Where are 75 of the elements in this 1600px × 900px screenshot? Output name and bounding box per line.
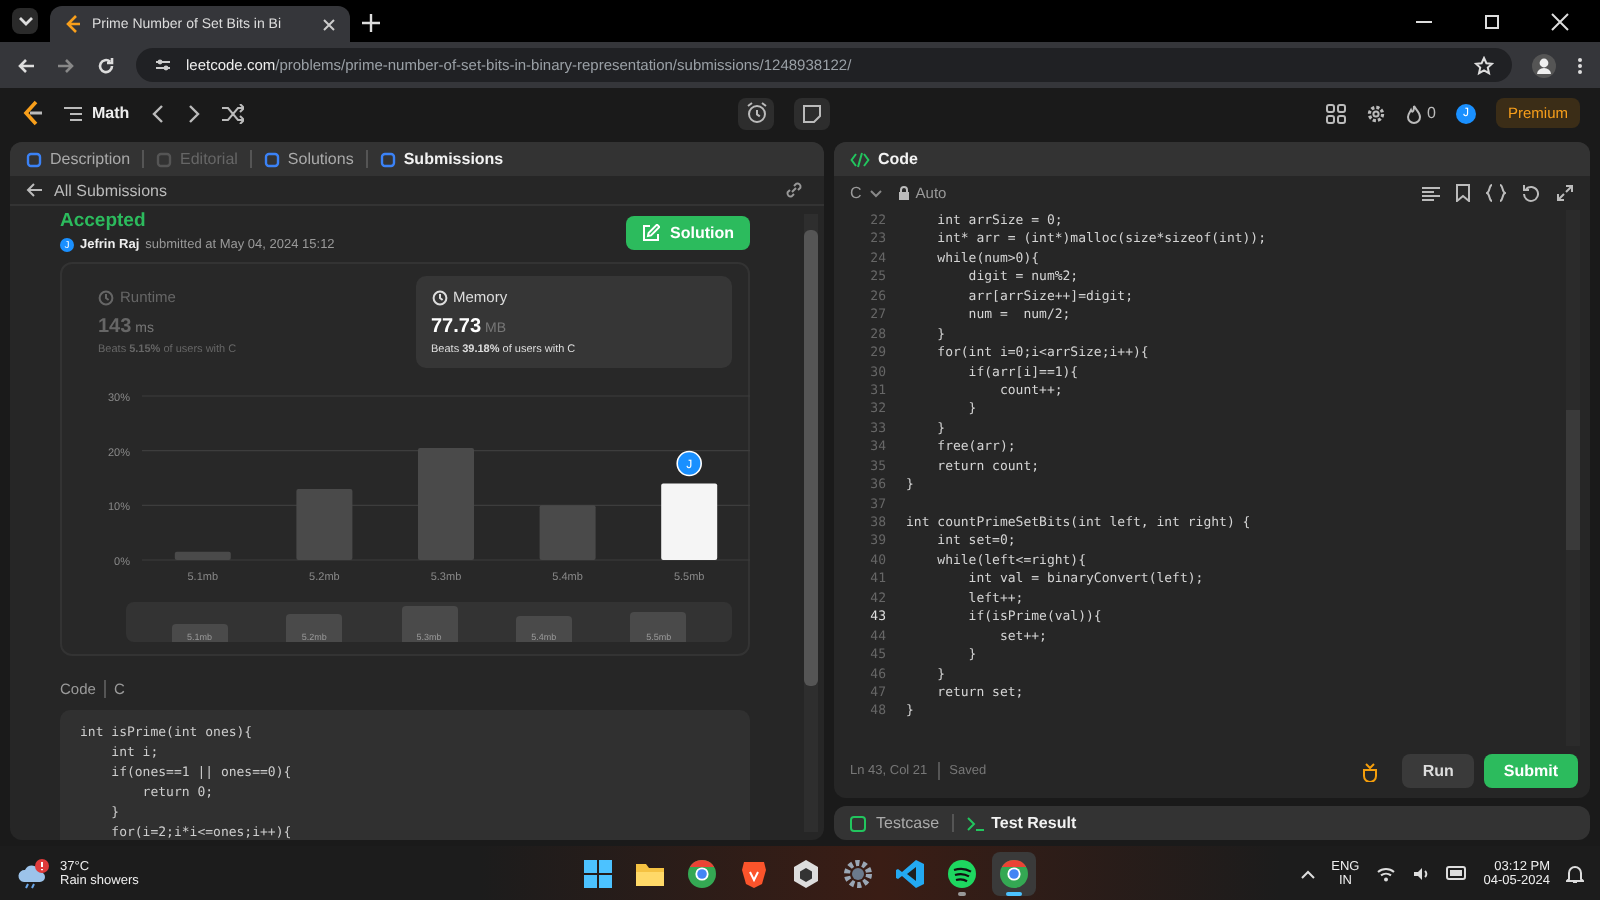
new-tab-icon[interactable] [362, 14, 380, 32]
panel-tab[interactable]: Test Result [965, 814, 1077, 832]
list-icon [64, 105, 82, 121]
windows-logo-icon [582, 857, 614, 889]
all-submissions-link[interactable]: All Submissions [26, 181, 167, 199]
chrome-app-button[interactable] [992, 851, 1036, 895]
note-icon [802, 103, 823, 123]
close-icon[interactable] [1550, 12, 1570, 32]
notes-button[interactable] [794, 97, 831, 129]
clock-icon [98, 289, 114, 305]
timer-button[interactable] [738, 97, 775, 129]
submission-status: Accepted [60, 210, 148, 232]
wifi-icon[interactable] [1375, 865, 1396, 881]
battery-icon[interactable] [1445, 866, 1468, 880]
streak-counter[interactable]: 0 [1405, 103, 1436, 123]
language-dropdown[interactable]: C [850, 184, 882, 202]
gear-logo-icon [842, 857, 874, 889]
square-icon [850, 815, 868, 831]
cube-logo-icon [790, 857, 822, 889]
clock-icon [431, 289, 447, 305]
panel-tab[interactable]: Testcase [850, 814, 940, 832]
back-icon[interactable] [16, 55, 36, 75]
flame-icon [1405, 103, 1422, 123]
bookmark-icon[interactable] [1456, 184, 1470, 202]
restore-icon[interactable] [1482, 12, 1502, 32]
speaker-icon[interactable] [1411, 865, 1430, 881]
bar[interactable] [661, 483, 718, 560]
debug-icon[interactable] [1360, 761, 1381, 781]
grid-icon[interactable] [1325, 103, 1346, 123]
previous-icon[interactable] [149, 103, 166, 123]
panel-tab[interactable]: Submissions [379, 150, 504, 168]
star-icon[interactable] [1474, 55, 1494, 75]
code-icon [850, 151, 870, 167]
braces-icon[interactable] [1486, 184, 1506, 202]
panel-tab[interactable]: Solutions [263, 150, 354, 168]
leetcode-logo-icon [64, 14, 82, 34]
shuffle-icon[interactable] [221, 103, 244, 123]
tab-icon [379, 151, 396, 167]
settings-icon[interactable] [1365, 103, 1386, 123]
back-arrow-icon [26, 182, 44, 198]
edit-icon [642, 224, 660, 242]
spotify-logo-icon [946, 857, 978, 889]
caret-icon [869, 189, 882, 197]
forward-icon[interactable] [56, 55, 76, 75]
bell-icon[interactable] [1566, 863, 1584, 883]
lock-icon [897, 186, 910, 200]
profile-icon[interactable] [1532, 53, 1556, 77]
expand-icon[interactable] [1556, 184, 1574, 202]
run-button[interactable]: Run [1402, 754, 1474, 788]
panel-tab[interactable]: Code [850, 150, 918, 168]
weather-icon[interactable] [16, 857, 52, 889]
next-icon[interactable] [185, 103, 202, 123]
chrome-logo-icon [998, 857, 1030, 889]
panel-tab[interactable]: Description [26, 150, 131, 168]
terminal-icon [965, 815, 984, 831]
problem-list-button[interactable]: Math [64, 104, 130, 122]
link-icon[interactable] [784, 180, 804, 200]
format-icon[interactable] [1422, 185, 1440, 201]
alarm-clock-icon [745, 102, 768, 124]
reload-icon[interactable] [96, 55, 116, 75]
tab-list-button[interactable] [12, 8, 38, 34]
brave-logo-icon [738, 857, 770, 889]
scrollbar[interactable] [804, 214, 818, 832]
tab-icon [263, 151, 280, 167]
chevron-up-icon[interactable] [1299, 867, 1316, 879]
more-icon[interactable] [1576, 55, 1584, 75]
site-settings-icon [154, 56, 172, 74]
tab-icon [26, 151, 42, 167]
close-icon[interactable] [322, 17, 336, 31]
leetcode-logo-icon[interactable] [20, 100, 44, 126]
vscode-logo-icon [894, 857, 926, 889]
reset-icon[interactable] [1522, 184, 1540, 202]
chevron-down-icon [17, 15, 33, 27]
chrome-logo-icon [686, 857, 718, 889]
tab-icon [156, 151, 173, 167]
